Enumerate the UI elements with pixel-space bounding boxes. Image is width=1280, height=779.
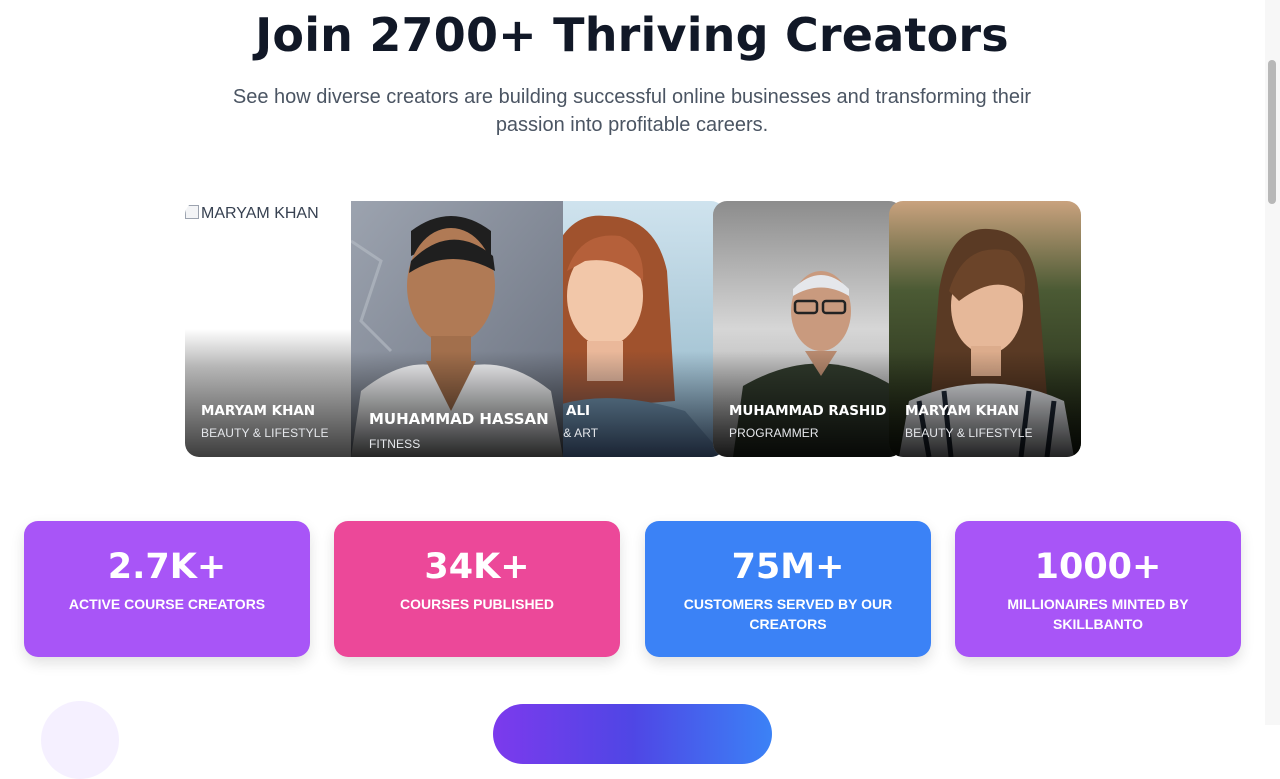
creator-name: MUHAMMAD HASSAN (369, 410, 549, 428)
section-subtitle: See how diverse creators are building su… (232, 86, 1032, 136)
stat-value: 34K+ (424, 547, 530, 587)
stat-value: 2.7K+ (107, 547, 227, 587)
cta-button[interactable] (493, 704, 772, 764)
creator-name: MARYAM KHAN (905, 403, 1020, 419)
section-title: Join 2700+ Thriving Creators (255, 8, 1009, 62)
scrollbar-thumb[interactable] (1268, 60, 1276, 204)
stat-card: 75M+ CUSTOMERS SERVED BY OUR CREATORS (645, 521, 931, 657)
stat-label: ACTIVE COURSE CREATORS (68, 596, 266, 612)
stat-card: 1000+ MILLIONAIRES MINTED BY SKILLBANTO (955, 521, 1241, 657)
creator-card[interactable]: MARYAM KHAN BEAUTY & LIFESTYLE (889, 201, 1081, 457)
creator-card[interactable]: MUHAMMAD RASHID PROGRAMMER (713, 201, 903, 457)
creator-name: MARYAM KHAN (201, 403, 316, 419)
creator-card[interactable]: MARYAM KHAN MARYAM KHAN BEAUTY & LIFESTY… (185, 201, 375, 457)
stat-label: COURSES PUBLISHED (399, 596, 555, 612)
stat-card: 34K+ COURSES PUBLISHED (334, 521, 620, 657)
stats-row: 2.7K+ ACTIVE COURSE CREATORS 34K+ COURSE… (24, 521, 1241, 657)
creator-name: MUHAMMAD RASHID (729, 403, 887, 419)
stat-card: 2.7K+ ACTIVE COURSE CREATORS (24, 521, 310, 657)
decorative-circle (41, 701, 119, 779)
creator-category: FITNESS (369, 437, 421, 451)
creator-photo-broken: MARYAM KHAN (185, 205, 319, 223)
stat-label: CUSTOMERS SERVED BY OUR CREATORS (683, 596, 893, 632)
stat-value: 75M+ (731, 547, 845, 587)
creator-category: PROGRAMMER (729, 426, 819, 440)
creator-carousel[interactable]: MARYAM KHAN MARYAM KHAN BEAUTY & LIFESTY… (185, 201, 1081, 457)
creator-category: BEAUTY & LIFESTYLE (201, 426, 329, 440)
creator-category: BEAUTY & LIFESTYLE (905, 426, 1033, 440)
stat-value: 1000+ (1034, 547, 1162, 587)
creator-card-active[interactable]: MUHAMMAD HASSAN FITNESS (351, 201, 563, 457)
stat-label: MILLIONAIRES MINTED BY SKILLBANTO (1007, 596, 1189, 632)
broken-image-icon (185, 205, 199, 219)
image-alt-text: MARYAM KHAN (201, 205, 319, 222)
page-scrollbar[interactable] (1265, 0, 1280, 725)
